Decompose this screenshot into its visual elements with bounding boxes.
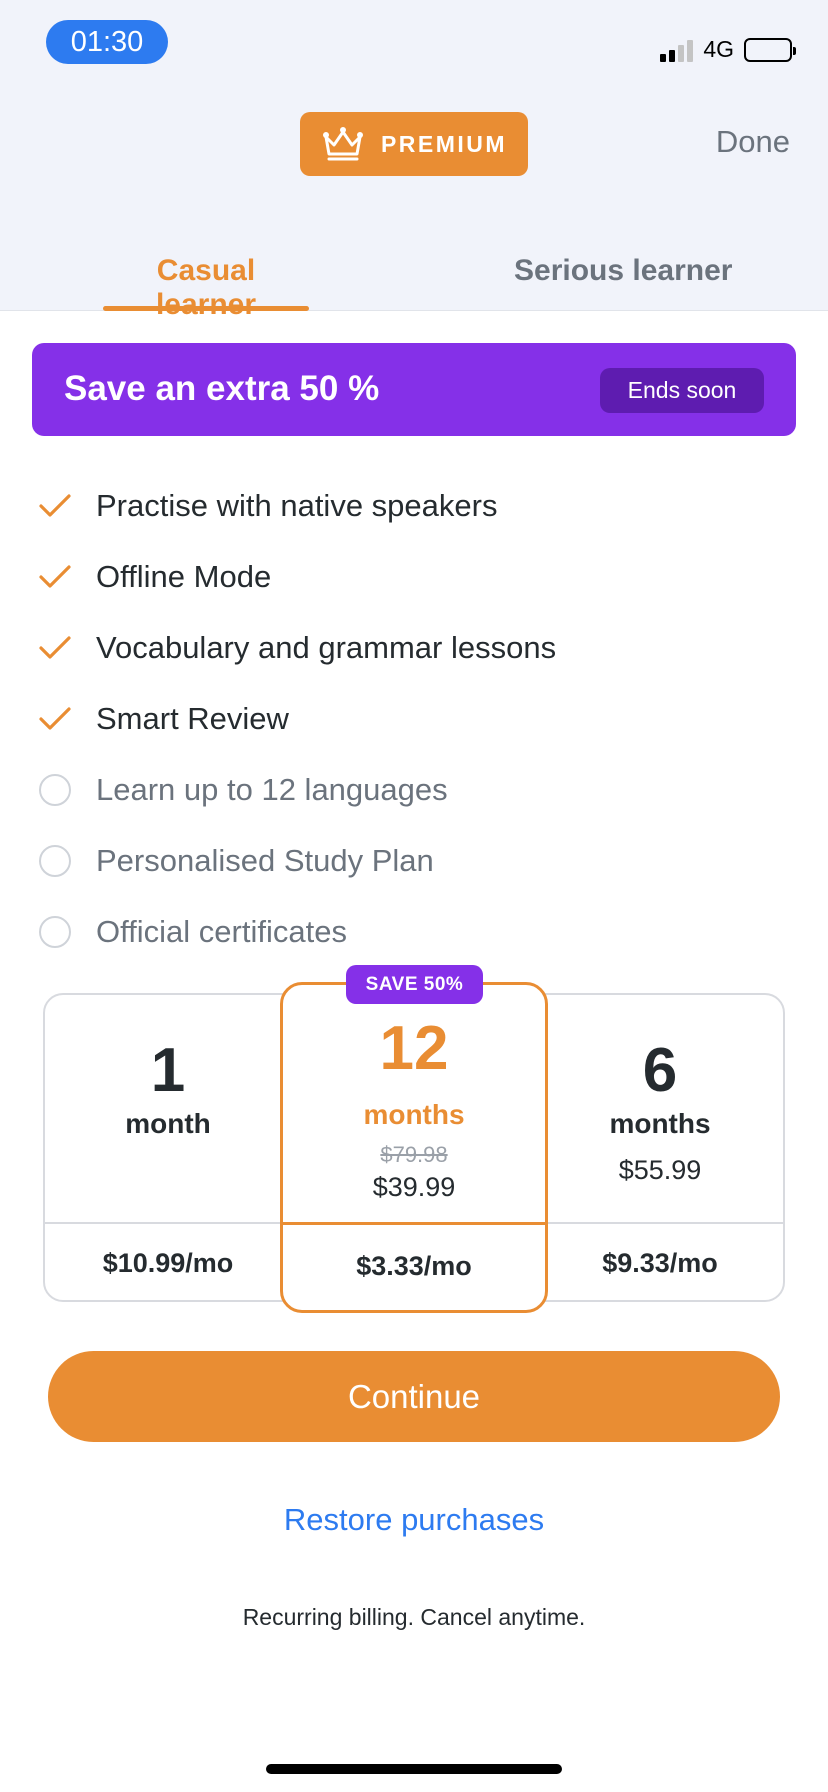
plan-duration-unit: months [609, 1108, 711, 1139]
plan-duration-unit: month [125, 1108, 211, 1139]
plan-total-price: $39.99 [372, 1172, 456, 1202]
plan-divider [283, 1222, 545, 1225]
tab-bar: Casual learner Serious learner [0, 254, 828, 321]
feature-item: Smart Review [38, 683, 798, 754]
plan-duration-number: 1 [150, 1036, 186, 1105]
network-label: 4G [703, 36, 734, 62]
feature-label: Learn up to 12 languages [96, 771, 448, 807]
billing-note: Recurring billing. Cancel anytime. [242, 1604, 586, 1630]
feature-label: Practise with native speakers [96, 487, 498, 523]
check-icon [38, 631, 72, 665]
check-icon [38, 560, 72, 594]
plan-monthly-price: $9.33/mo [602, 1248, 718, 1278]
promo-title: Save an extra 50 % [64, 369, 380, 408]
continue-button[interactable]: Continue [48, 1351, 780, 1442]
plan-6-months[interactable]: 6 months $55.99 $9.33/mo [537, 995, 783, 1300]
restore-purchases-link[interactable]: Restore purchases [0, 1502, 828, 1538]
feature-label: Vocabulary and grammar lessons [96, 629, 557, 665]
ends-soon-badge: Ends soon [600, 368, 764, 413]
done-button[interactable]: Done [716, 124, 790, 160]
feature-list: Practise with native speakers Offline Mo… [38, 470, 798, 967]
plan-duration-number: 12 [379, 1014, 449, 1083]
plan-12-months[interactable]: 12 months $79.98 $39.99 $3.33/mo [280, 982, 548, 1313]
plan-1-month[interactable]: 1 month $10.99/mo [45, 995, 291, 1300]
premium-badge: PREMIUM [300, 112, 528, 176]
plan-duration-number: 6 [642, 1036, 678, 1105]
save-badge: SAVE 50% [346, 965, 483, 1004]
signal-icon [660, 38, 694, 62]
feature-label: Personalised Study Plan [96, 842, 434, 878]
plan-duration-unit: months [363, 1099, 465, 1130]
feature-item: Personalised Study Plan [38, 825, 798, 896]
feature-label: Offline Mode [96, 558, 272, 594]
check-icon [38, 702, 72, 736]
plan-monthly-price: $10.99/mo [102, 1248, 234, 1278]
status-indicators: 4G [660, 36, 796, 63]
feature-item: Practise with native speakers [38, 470, 798, 541]
battery-icon [744, 37, 796, 62]
feature-label: Smart Review [96, 700, 289, 736]
premium-label: PREMIUM [380, 130, 508, 157]
check-icon [38, 489, 72, 523]
tab-serious-learner[interactable]: Serious learner [514, 254, 732, 311]
tab-casual-learner[interactable]: Casual learner [103, 254, 309, 321]
feature-item: Vocabulary and grammar lessons [38, 612, 798, 683]
empty-circle-icon [39, 844, 71, 877]
plan-total-price: $55.99 [618, 1155, 702, 1185]
status-time: 01:30 [46, 20, 168, 64]
feature-item: Learn up to 12 languages [38, 754, 798, 825]
plan-monthly-price: $3.33/mo [356, 1251, 472, 1281]
crown-icon [322, 127, 363, 161]
promo-banner: Save an extra 50 % Ends soon [32, 343, 796, 436]
feature-item: Offline Mode [38, 541, 798, 612]
feature-item: Official certificates [38, 896, 798, 967]
home-indicator [266, 1764, 562, 1774]
empty-circle-icon [39, 915, 71, 948]
empty-circle-icon [39, 773, 71, 806]
plan-original-price: $79.98 [380, 1142, 448, 1167]
feature-label: Official certificates [96, 913, 347, 949]
